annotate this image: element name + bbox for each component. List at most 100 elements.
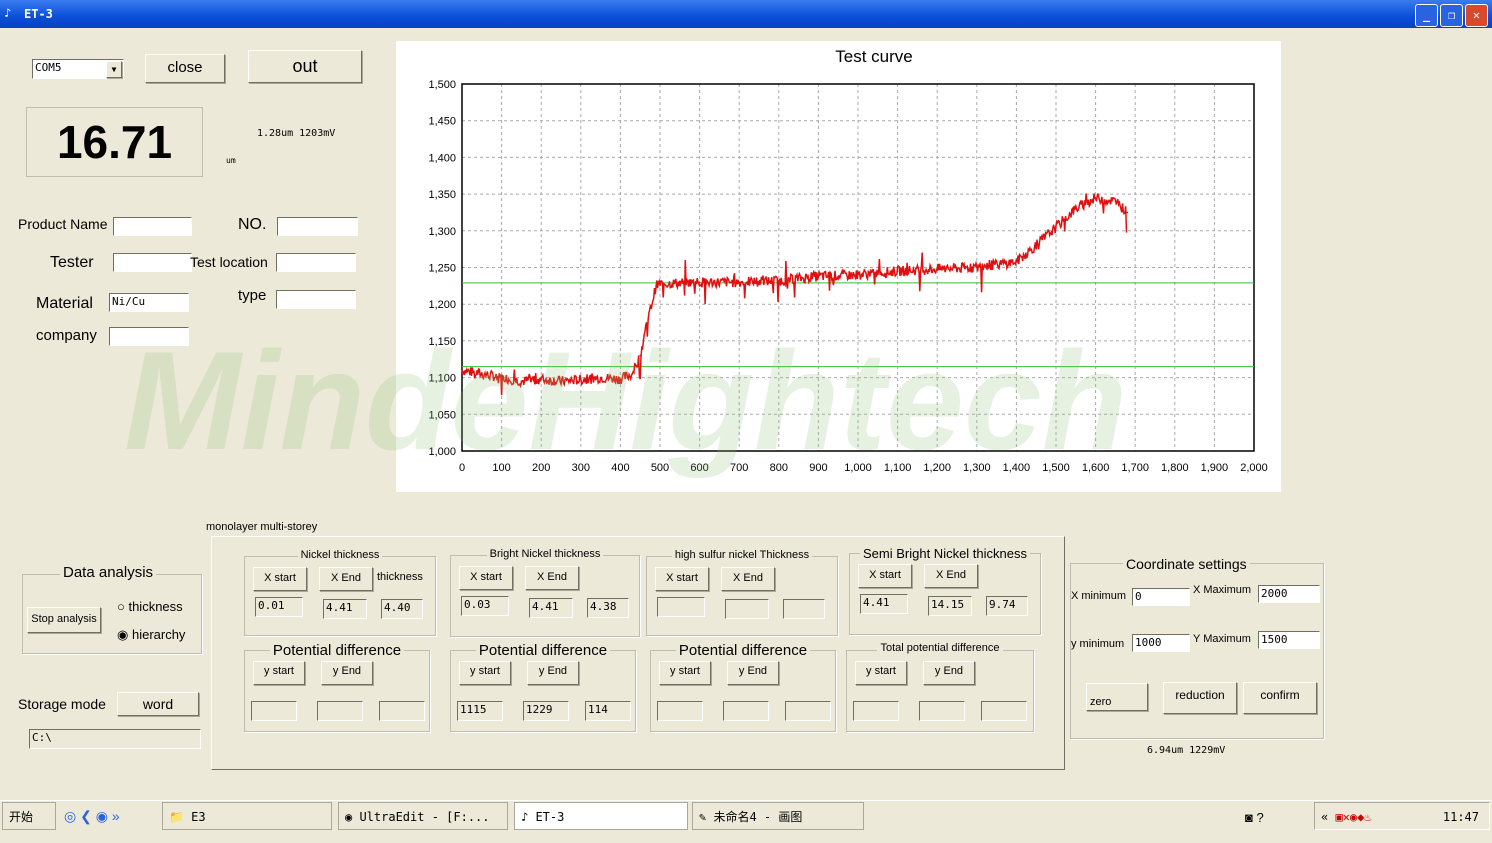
y-start-value[interactable] <box>853 701 899 721</box>
thickness-reading: 16.71 <box>26 107 203 177</box>
confirm-button[interactable]: confirm <box>1243 682 1317 714</box>
port-value: COM5 <box>35 61 62 74</box>
company-input[interactable] <box>109 327 189 346</box>
y-end-button[interactable]: y End <box>923 661 975 685</box>
stop-analysis-button[interactable]: Stop analysis <box>27 607 101 633</box>
curve-point <box>778 279 780 282</box>
maximize-button[interactable]: ❐ <box>1440 4 1463 27</box>
potential-group: Potential difference y start y End <box>244 642 430 732</box>
x-end-button[interactable]: X End <box>319 567 373 591</box>
y-start-value[interactable] <box>251 701 297 721</box>
chevron-down-icon[interactable]: ▼ <box>106 61 122 78</box>
difference-value[interactable]: 114 <box>585 701 631 721</box>
x-end-value[interactable]: 4.41 <box>323 599 367 619</box>
close-button[interactable]: close <box>145 54 225 83</box>
x-start-value[interactable]: 0.01 <box>255 597 303 617</box>
curve-point <box>976 266 978 269</box>
storage-path-input[interactable]: C:\ <box>29 729 201 749</box>
x-end-value[interactable]: 14.15 <box>928 596 972 616</box>
thickness-group: Nickel thickness X start X End thickness… <box>244 549 436 636</box>
x-start-value[interactable] <box>657 597 705 617</box>
x-minimum-input[interactable]: 0 <box>1132 588 1190 606</box>
thickness-value[interactable]: 9.74 <box>986 596 1028 616</box>
y-start-button[interactable]: y start <box>855 661 907 685</box>
potential-title: Potential difference <box>475 642 611 659</box>
type-input[interactable] <box>276 290 356 309</box>
app-icon: ♪ <box>4 6 12 20</box>
y-start-button[interactable]: y start <box>253 661 305 685</box>
test-curve-chart: 0 100 200 300 400 500 600 700 800 900 1,000 1,100 1,… <box>428 79 1267 474</box>
port-select[interactable]: COM5 ▼ <box>32 59 124 79</box>
x-end-button[interactable]: X End <box>924 564 978 588</box>
system-tray: « ▣✕◉◆♨ 11:47 <box>1314 802 1490 830</box>
x-start-button[interactable]: X start <box>459 566 513 590</box>
thickness-label: thickness <box>377 571 423 583</box>
x-tick-label: 1,100 <box>884 462 912 474</box>
y-start-button[interactable]: y start <box>459 661 511 685</box>
close-window-button[interactable]: ✕ <box>1465 4 1488 27</box>
curve-point <box>857 274 859 276</box>
tray-icons[interactable]: ▣✕◉◆♨ <box>1335 810 1371 824</box>
x-end-button[interactable]: X End <box>525 566 579 590</box>
out-button[interactable]: out <box>248 50 362 83</box>
x-start-button[interactable]: X start <box>858 564 912 588</box>
material-input[interactable]: Ni/Cu <box>109 293 189 312</box>
taskbar-item-e3[interactable]: 📁 E3 <box>162 802 332 830</box>
x-maximum-input[interactable]: 2000 <box>1258 585 1320 603</box>
y-end-value[interactable] <box>919 701 965 721</box>
thickness-value[interactable] <box>783 599 825 619</box>
difference-value[interactable] <box>379 701 425 721</box>
difference-value[interactable] <box>785 701 831 721</box>
x-end-button[interactable]: X End <box>721 567 775 591</box>
curve-point <box>1075 207 1077 210</box>
reduction-button[interactable]: reduction <box>1163 682 1237 714</box>
word-button[interactable]: word <box>117 692 199 716</box>
y-end-button[interactable]: y End <box>321 661 373 685</box>
x-start-button[interactable]: X start <box>253 567 307 591</box>
y-end-value[interactable]: 1229 <box>523 701 569 721</box>
y-tick-label: 1,500 <box>428 79 456 91</box>
thickness-value[interactable]: 4.38 <box>587 598 629 618</box>
storage-mode-label: Storage mode <box>18 696 106 712</box>
no-input[interactable] <box>277 217 358 236</box>
taskbar-item-et3[interactable]: ♪ ET-3 <box>514 802 688 830</box>
thickness-value[interactable]: 4.40 <box>381 599 423 619</box>
y-start-value[interactable] <box>657 701 703 721</box>
product-name-input[interactable] <box>113 217 192 236</box>
start-label: 开始 <box>9 810 34 824</box>
company-label: company <box>36 327 97 344</box>
y-end-button[interactable]: y End <box>727 661 779 685</box>
layer-mode-tabs[interactable]: monolayer multi-storey <box>206 521 317 533</box>
y-end-value[interactable] <box>317 701 363 721</box>
y-minimum-input[interactable]: 1000 <box>1132 634 1190 652</box>
taskbar-item-paint[interactable]: ✎ 未命名4 - 画图 <box>692 802 864 830</box>
difference-value[interactable] <box>981 701 1027 721</box>
x-start-value[interactable]: 0.03 <box>461 596 509 616</box>
y-start-button[interactable]: y start <box>659 661 711 685</box>
x-tick-label: 1,600 <box>1082 462 1110 474</box>
x-start-button[interactable]: X start <box>655 567 709 591</box>
thickness-group: Semi Bright Nickel thickness X start X E… <box>849 546 1041 635</box>
tester-input[interactable] <box>113 253 192 272</box>
type-label: type <box>238 287 267 304</box>
x-tick-label: 200 <box>532 462 550 474</box>
quick-launch-icons[interactable]: ◎ ❮ ◉ » <box>64 808 120 825</box>
x-tick-label: 900 <box>809 462 827 474</box>
x-end-value[interactable]: 4.41 <box>529 598 573 618</box>
x-end-value[interactable] <box>725 599 769 619</box>
y-tick-label: 1,150 <box>428 336 456 348</box>
y-end-button[interactable]: y End <box>527 661 579 685</box>
start-button[interactable]: 开始 <box>2 802 56 830</box>
zero-button[interactable]: zero <box>1086 683 1148 711</box>
y-end-value[interactable] <box>723 701 769 721</box>
tray-help-icon[interactable]: ◙ ? <box>1245 810 1264 825</box>
hierarchy-radio[interactable]: ◉ hierarchy <box>117 627 185 643</box>
x-start-value[interactable]: 4.41 <box>860 594 908 614</box>
y-maximum-input[interactable]: 1500 <box>1258 631 1320 649</box>
minimize-button[interactable]: _ <box>1415 4 1438 27</box>
thickness-radio[interactable]: ○ thickness <box>117 599 183 614</box>
test-location-input[interactable] <box>276 253 356 272</box>
y-start-value[interactable]: 1115 <box>457 701 503 721</box>
curve-point <box>659 282 661 285</box>
taskbar-item-ultraedit[interactable]: ◉ UltraEdit - [F:... <box>338 802 508 830</box>
